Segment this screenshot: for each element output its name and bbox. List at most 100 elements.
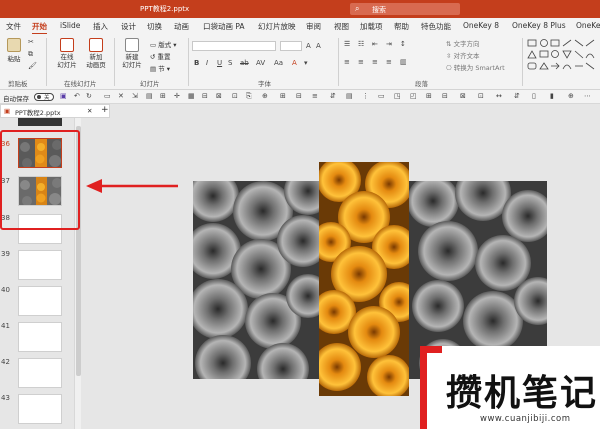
qat-icon[interactable]: ✛	[174, 92, 180, 100]
bullets-icon[interactable]: ☰	[344, 40, 350, 48]
paste-button[interactable]: 粘贴	[4, 38, 24, 63]
align-text-button[interactable]: ⇳ 对齐文本	[446, 50, 480, 60]
shrink-font-icon[interactable]: A	[316, 42, 321, 50]
qat-icon[interactable]: ≡	[312, 92, 318, 100]
new-tab-button[interactable]: +	[101, 105, 109, 115]
outdent-icon[interactable]: ⇥	[386, 40, 392, 48]
italic-icon[interactable]: I	[206, 59, 208, 67]
tab-islide[interactable]: iSlide	[60, 21, 80, 30]
qat-icon[interactable]: ↔	[496, 92, 502, 100]
new-animation-page-button[interactable]: 新加 动画页	[83, 38, 109, 69]
qat-icon[interactable]: ◳	[394, 92, 401, 100]
tab-view[interactable]: 视图	[334, 21, 349, 32]
qat-icon[interactable]: ⊡	[232, 92, 238, 100]
new-slide-button[interactable]: 新建 幻灯片	[118, 38, 146, 69]
tab-onekey-more[interactable]: OneKe	[576, 21, 600, 30]
slide-thumb-41[interactable]	[18, 322, 62, 352]
qat-icon[interactable]: ⊟	[202, 92, 208, 100]
slide-thumb-40[interactable]	[18, 286, 62, 316]
justify-icon[interactable]: ≡	[386, 58, 392, 66]
redo-icon[interactable]: ↻	[86, 92, 92, 100]
tab-help[interactable]: 帮助	[394, 21, 409, 32]
qat-icon[interactable]: ▭	[378, 92, 385, 100]
tab-features[interactable]: 特色功能	[421, 21, 451, 32]
smartart-button[interactable]: ⎔ 转换为 SmartArt	[446, 62, 505, 72]
align-left-icon[interactable]: ≡	[344, 58, 350, 66]
qat-icon[interactable]: ▦	[188, 92, 195, 100]
qat-icon[interactable]: ⊕	[568, 92, 574, 100]
qat-icon[interactable]: ▤	[146, 92, 153, 100]
font-size-field[interactable]	[280, 41, 302, 51]
align-right-icon[interactable]: ≡	[372, 58, 378, 66]
qat-icon[interactable]: ⋯	[584, 92, 591, 100]
qat-icon[interactable]: ✕	[118, 92, 124, 100]
qat-icon[interactable]: ⊡	[478, 92, 484, 100]
qat-icon[interactable]: ◰	[410, 92, 417, 100]
shadow-icon[interactable]: S	[228, 59, 232, 67]
qat-icon[interactable]: ⇵	[330, 92, 336, 100]
qat-icon[interactable]: ⊞	[426, 92, 432, 100]
line-spacing-icon[interactable]: ↕	[400, 40, 406, 48]
qat-icon[interactable]: ⊠	[460, 92, 466, 100]
reset-button[interactable]: ↺ 重置	[150, 51, 171, 61]
font-color-icon[interactable]: A	[292, 59, 297, 67]
qat-icon[interactable]: ⊕	[262, 92, 268, 100]
qat-icon[interactable]: ▮	[550, 92, 554, 100]
qat-icon[interactable]: ⊟	[442, 92, 448, 100]
slideshow-icon[interactable]: ▭	[104, 92, 111, 100]
search-box[interactable]: ⌕ 搜索	[350, 3, 460, 15]
bold-icon[interactable]: B	[194, 59, 199, 67]
text-direction-button[interactable]: ⇅ 文字方向	[446, 38, 480, 48]
qat-icon[interactable]: ⊠	[216, 92, 222, 100]
underline-icon[interactable]: U	[217, 59, 222, 67]
copy-icon[interactable]: ⧉	[28, 50, 33, 59]
layout-button[interactable]: ▭ 版式 ▾	[150, 39, 177, 49]
slide-number: 39	[1, 250, 10, 258]
qat-icon[interactable]: ⊞	[160, 92, 166, 100]
tab-file[interactable]: 文件	[6, 21, 21, 32]
indent-icon[interactable]: ⇤	[372, 40, 378, 48]
qat-icon[interactable]: ⋮	[362, 92, 369, 100]
cut-icon[interactable]: ✂	[28, 38, 34, 46]
spacing-icon[interactable]: AV	[256, 59, 265, 67]
tab-slideshow[interactable]: 幻灯片放映	[258, 21, 296, 32]
format-painter-icon[interactable]: 🖌	[28, 62, 37, 70]
tab-review[interactable]: 审阅	[306, 21, 321, 32]
online-slides-button[interactable]: 在线 幻灯片	[54, 38, 80, 69]
slide-thumb-partial[interactable]	[18, 118, 62, 126]
tab-addins[interactable]: 加载项	[360, 21, 383, 32]
close-tab-icon[interactable]: ✕	[87, 107, 92, 115]
undo-icon[interactable]: ↶	[74, 92, 80, 100]
change-case-icon[interactable]: Aa	[274, 59, 283, 67]
qat-icon[interactable]: ⊟	[296, 92, 302, 100]
slide-thumb-39[interactable]	[18, 250, 62, 280]
highlight-icon[interactable]: ▾	[304, 59, 308, 67]
tab-onekey8[interactable]: OneKey 8	[463, 21, 499, 30]
qat-icon[interactable]: ⇵	[514, 92, 520, 100]
document-tab[interactable]: ▣ PPT教程2.pptx ✕ +	[0, 104, 110, 118]
qat-icon[interactable]: ⊞	[280, 92, 286, 100]
strikethrough-icon[interactable]: ab	[240, 59, 249, 67]
tab-home[interactable]: 开始	[32, 21, 47, 35]
shapes-gallery[interactable]	[526, 38, 598, 76]
tab-animations[interactable]: 动画	[174, 21, 189, 32]
columns-icon[interactable]: ▥	[400, 58, 407, 66]
qat-icon[interactable]: ⇲	[132, 92, 138, 100]
font-name-field[interactable]	[192, 41, 276, 51]
qat-icon[interactable]: ▤	[346, 92, 353, 100]
tab-onekey8plus[interactable]: OneKey 8 Plus	[512, 21, 566, 30]
numbering-icon[interactable]: ☷	[358, 40, 364, 48]
tab-transitions[interactable]: 切换	[147, 21, 162, 32]
qat-icon[interactable]: ▯	[532, 92, 536, 100]
colored-flower-strip[interactable]	[319, 162, 409, 396]
align-center-icon[interactable]: ≡	[358, 58, 364, 66]
tab-insert[interactable]: 插入	[93, 21, 108, 32]
grow-font-icon[interactable]: A	[306, 42, 311, 50]
save-icon[interactable]: ▣	[60, 92, 67, 100]
tab-design[interactable]: 设计	[121, 21, 136, 32]
slide-thumb-42[interactable]	[18, 358, 62, 388]
tab-pocket-animation[interactable]: 口袋动画 PA	[203, 21, 245, 32]
qat-icon[interactable]: ⎘	[246, 92, 252, 101]
section-button[interactable]: ▤ 节 ▾	[150, 63, 170, 73]
slide-thumb-43[interactable]	[18, 394, 62, 424]
